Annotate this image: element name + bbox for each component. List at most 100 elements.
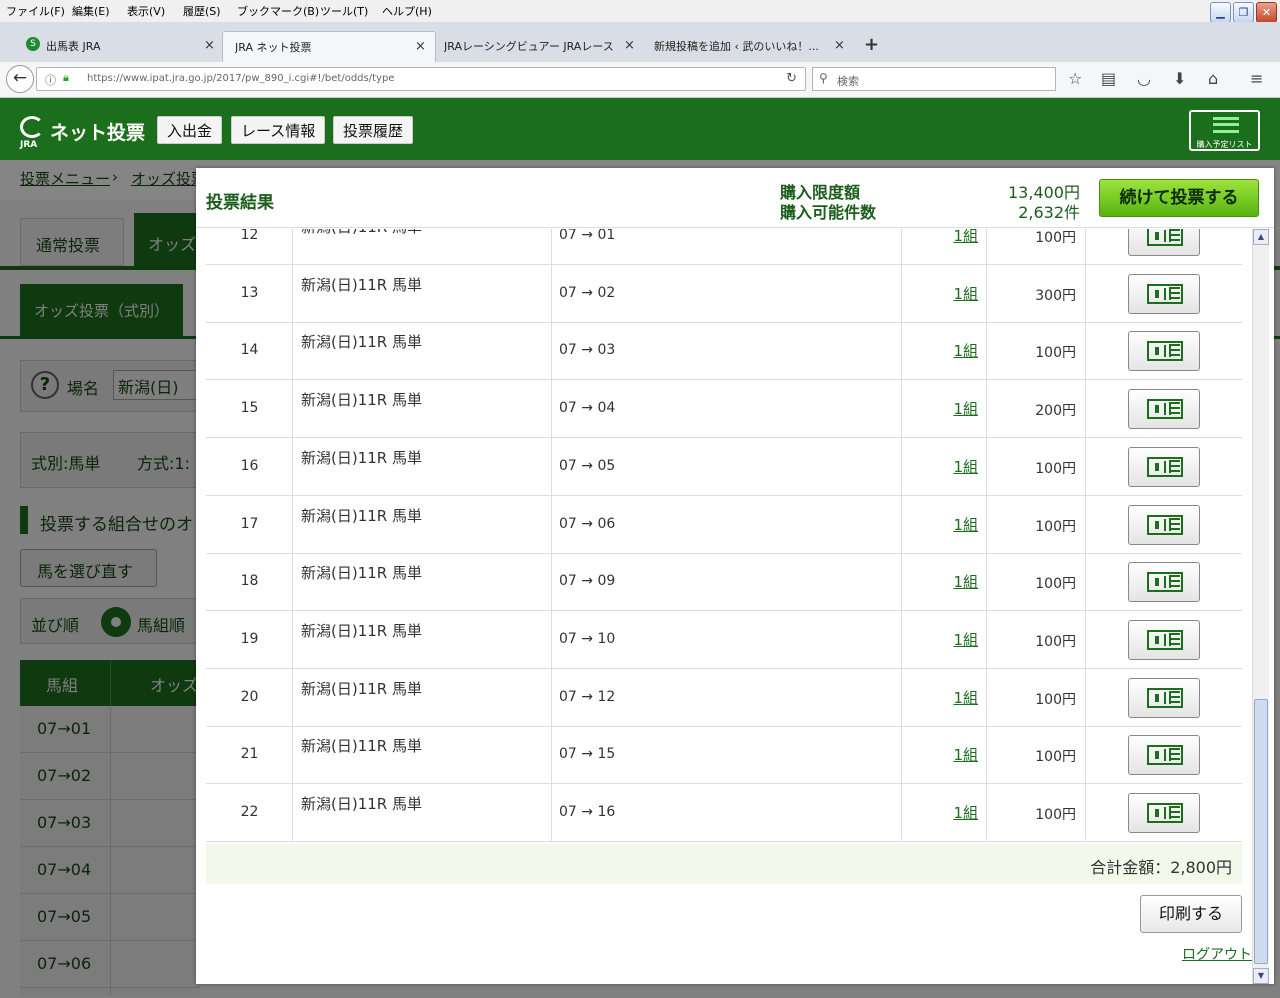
tab-net-touhyou[interactable]: JRA ネット投票 × [222, 31, 436, 62]
ticket-button[interactable] [1128, 735, 1200, 776]
new-tab-icon[interactable]: + [864, 34, 879, 55]
count-value: 2,632件 [1018, 203, 1080, 222]
hamburger-menu-icon[interactable]: ≡ [1250, 69, 1263, 88]
race-name: 新潟(日)11R 馬単 [301, 795, 422, 813]
combination: 07 → 12 [559, 688, 616, 705]
row-number-cell: 13 [206, 264, 293, 323]
ticket-cell [1086, 265, 1242, 323]
ticket-button[interactable] [1128, 389, 1200, 430]
info-icon[interactable]: ⓘ [45, 72, 56, 88]
ticket-lines-icon [1169, 632, 1180, 645]
kumi-link[interactable]: 1組 [953, 398, 978, 419]
jra-logo-icon [20, 116, 44, 138]
ticket-cell [1086, 438, 1242, 496]
kumi-link[interactable]: 1組 [953, 514, 978, 535]
bookmark-star-icon[interactable]: ☆ [1068, 69, 1082, 88]
amount-cell: 100円 [987, 726, 1086, 785]
tab-odds-bet[interactable]: オッズ [134, 213, 204, 266]
reselect-button[interactable]: 馬を選び直す [20, 549, 157, 587]
result-row: 14 新潟(日)11R 馬単 07 → 03 1組 100円 [206, 322, 1242, 381]
radio-selected-icon[interactable] [101, 607, 131, 637]
scroll-up-icon[interactable]: ▲ [1253, 229, 1269, 245]
kumi-link[interactable]: 1組 [953, 340, 978, 361]
ticket-button[interactable] [1128, 677, 1200, 718]
scrollbar-thumb[interactable] [1254, 699, 1268, 964]
scroll-down-icon[interactable]: ▼ [1253, 968, 1269, 984]
tab-normal-bet[interactable]: 通常投票 [20, 218, 124, 266]
continue-bet-button[interactable]: 続けて投票する [1099, 179, 1259, 217]
url-bar[interactable]: ⓘ 🔒︎ https://www.ipat.jra.go.jp/2017/pw_… [36, 67, 806, 91]
menu-history[interactable]: 履歴(S) [183, 3, 221, 19]
race-name-cell: 新潟(日)11R 馬単 [293, 668, 552, 727]
logout-link[interactable]: ログアウト [1182, 944, 1252, 964]
download-icon[interactable]: ⬇ [1173, 69, 1186, 88]
kumi-link-cell: 1組 [902, 668, 987, 727]
close-tab-icon[interactable]: × [834, 38, 845, 53]
ticket-button[interactable] [1128, 446, 1200, 487]
kumi-link-cell: 1組 [902, 437, 987, 496]
menu-file[interactable]: ファイル(F) [6, 3, 65, 19]
kumi-link[interactable]: 1組 [953, 229, 978, 246]
race-name: 新潟(日)11R 馬単 [301, 506, 422, 525]
tab-shutsuba[interactable]: S 出馬表 JRA × [18, 31, 220, 62]
maximize-button[interactable]: ❐ [1233, 2, 1254, 23]
pocket-icon[interactable]: ◡ [1137, 69, 1151, 88]
combination-cell: 07 → 05 [552, 437, 902, 496]
reload-icon[interactable]: ↻ [786, 71, 797, 86]
purchase-list-button[interactable]: 購入予定リスト [1189, 110, 1260, 151]
race-name-cell: 新潟(日)11R 馬単 [293, 322, 552, 381]
ticket-button[interactable] [1128, 229, 1200, 256]
kumi-link[interactable]: 1組 [953, 629, 978, 650]
help-icon[interactable]: ? [31, 371, 59, 399]
menu-tools[interactable]: ツール(T) [320, 3, 368, 19]
kumi-link[interactable]: 1組 [953, 456, 978, 477]
close-tab-icon[interactable]: × [624, 38, 635, 53]
kumi-link[interactable]: 1組 [953, 802, 978, 823]
row-number-cell: 21 [206, 726, 293, 785]
kumi-link[interactable]: 1組 [953, 744, 978, 765]
close-tab-icon[interactable]: × [415, 39, 426, 54]
ticket-button[interactable] [1128, 793, 1200, 833]
menu-view[interactable]: 表示(V) [127, 3, 165, 19]
back-button[interactable]: ← [6, 65, 34, 93]
menu-edit[interactable]: 編集(E) [72, 3, 110, 19]
modal-title: 投票結果 [206, 193, 274, 213]
tab-label: JRAレーシングビュアー JRAレース... [444, 40, 614, 53]
ticket-button[interactable] [1128, 562, 1200, 603]
kumi-link[interactable]: 1組 [953, 283, 978, 304]
ticket-lines-icon [1169, 690, 1180, 703]
print-button[interactable]: 印刷する [1140, 895, 1242, 933]
ticket-button[interactable] [1128, 331, 1200, 372]
subtab-odds-type[interactable]: オッズ投票（式別） [20, 284, 183, 336]
combination: 07 → 02 [559, 284, 616, 301]
amount: 100円 [1035, 807, 1076, 823]
reading-list-icon[interactable]: ▤ [1101, 69, 1116, 88]
row-number: 22 [240, 804, 259, 820]
menu-help[interactable]: ヘルプ(H) [382, 3, 432, 19]
ticket-button[interactable] [1128, 273, 1200, 314]
menu-bookmarks[interactable]: ブックマーク(B) [237, 3, 319, 19]
race-info-button[interactable]: レース情報 [231, 116, 326, 144]
logo-text: ネット投票 [50, 122, 146, 144]
venue-select[interactable]: 新潟(日) [113, 370, 203, 400]
deposit-button[interactable]: 入出金 [157, 116, 223, 144]
row-number: 21 [240, 746, 259, 763]
bet-history-button[interactable]: 投票履歴 [333, 116, 414, 144]
combination-cell: 07 → 15 [552, 726, 902, 785]
breadcrumb-menu[interactable]: 投票メニュー [20, 168, 110, 189]
close-window-button[interactable]: ✕ [1256, 2, 1277, 23]
close-tab-icon[interactable]: × [204, 38, 215, 53]
tab-racing-viewer[interactable]: JRAレーシングビュアー JRAレース... × [438, 31, 644, 62]
row-number: 16 [240, 457, 259, 474]
ticket-button[interactable] [1128, 619, 1200, 660]
breadcrumb-odds[interactable]: オッズ投票 [131, 168, 206, 189]
row-combo: 07→05 [37, 907, 92, 926]
modal-scrollbar[interactable]: ▲ ▼ [1252, 229, 1269, 984]
home-icon[interactable]: ⌂ [1208, 69, 1218, 88]
kumi-link[interactable]: 1組 [953, 687, 978, 708]
kumi-link[interactable]: 1組 [953, 571, 978, 592]
tab-new-post[interactable]: 新規投稿を追加 ‹ 武のいいね！... × [648, 31, 854, 62]
search-input[interactable]: ⚲ 検索 [812, 67, 1056, 91]
ticket-button[interactable] [1128, 504, 1200, 545]
minimize-button[interactable]: ▁ [1210, 2, 1231, 23]
